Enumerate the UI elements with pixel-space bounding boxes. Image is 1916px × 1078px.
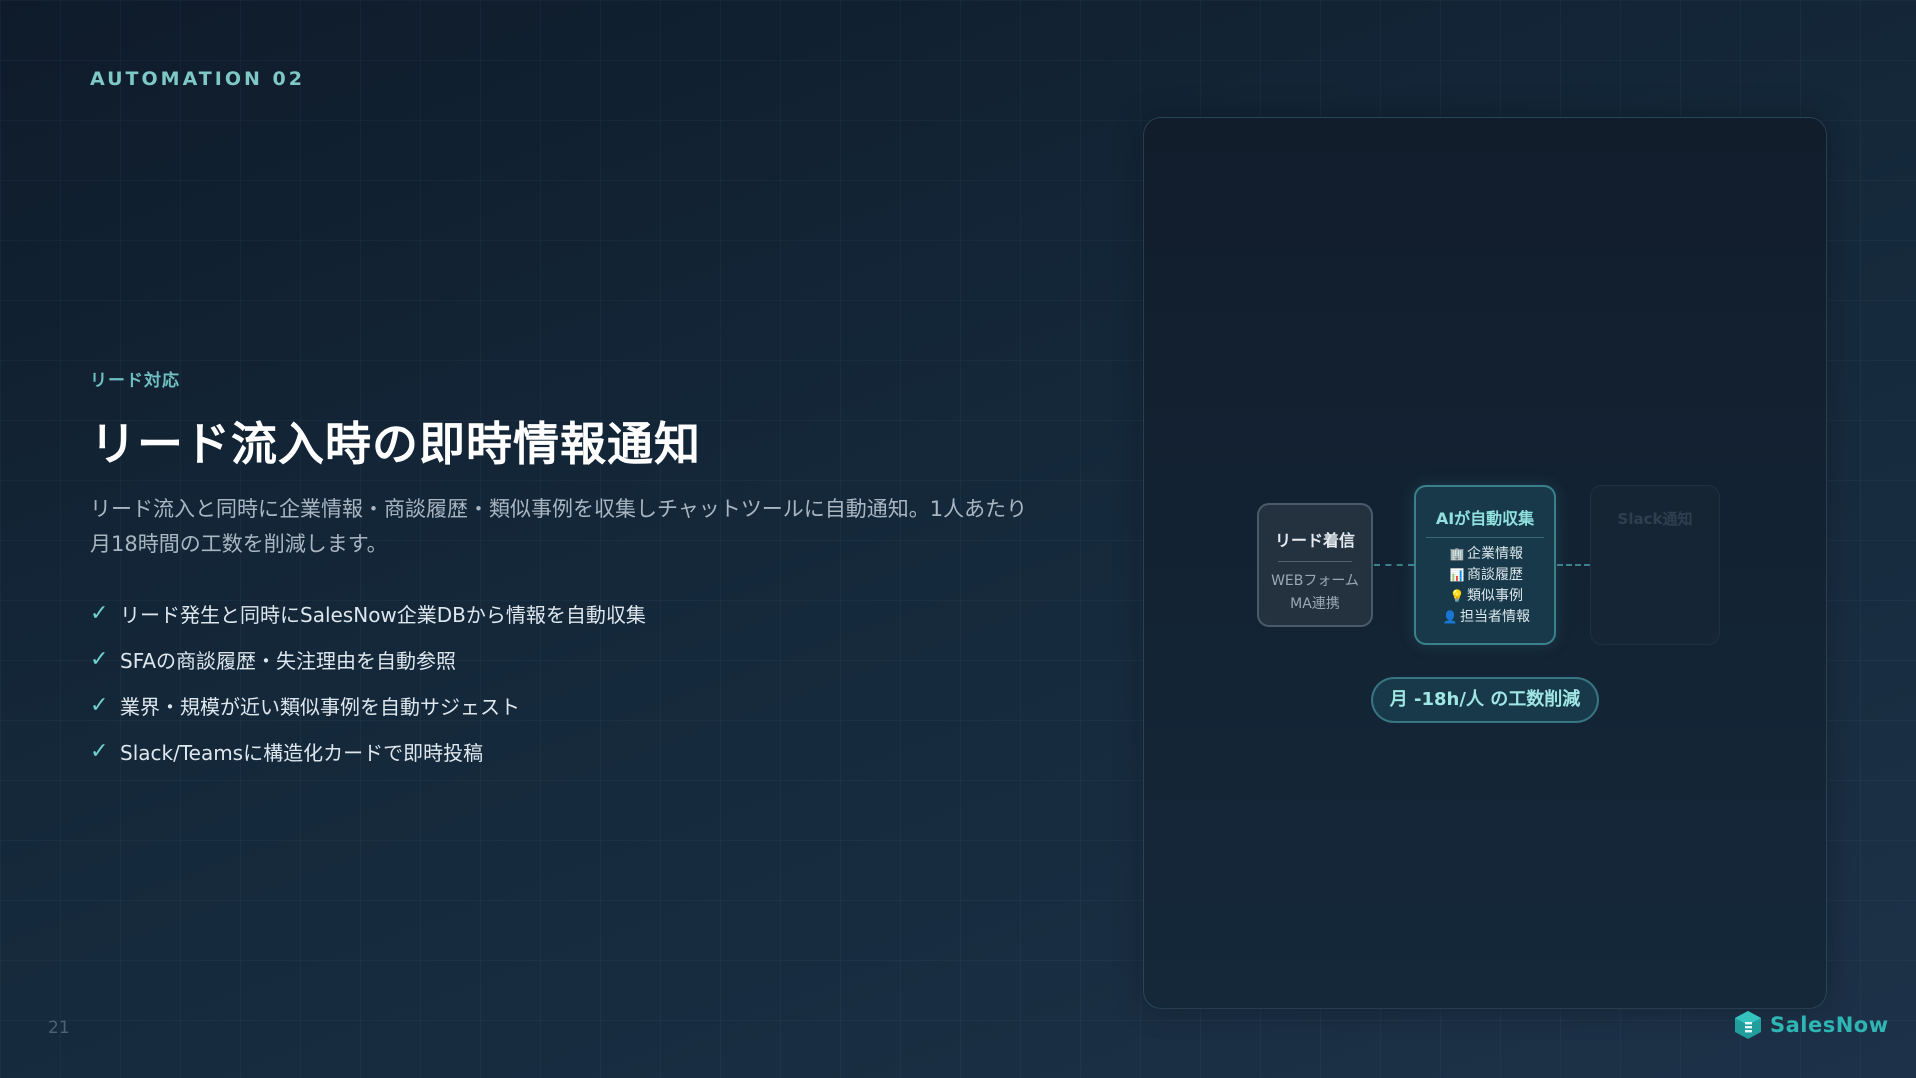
ai-item: 🏢 企業情報 [1416,544,1554,565]
description-line: 月18時間の工数を削減します。 [90,532,388,556]
slack-node-title: Slack通知 [1617,510,1693,528]
dashed-connector [1557,564,1590,566]
feature-text: リード発生と同時にSalesNow企業DBから情報を自動収集 [120,602,646,627]
lead-node: リード着信 WEBフォーム MA連携 [1257,503,1373,627]
dashed-connector [1374,564,1414,566]
check-icon: ✓ [90,600,109,626]
feature-text: Slack/Teamsに構造化カードで即時投稿 [120,740,484,765]
brand-name: SalesNow [1770,1013,1889,1037]
ai-item-label: 担当者情報 [1460,609,1530,625]
ai-item-label: 類似事例 [1467,588,1523,604]
feature-item: ✓ Slack/Teamsに構造化カードで即時投稿 [90,728,646,774]
ai-item: 👤 担当者情報 [1416,607,1554,628]
divider [1278,561,1352,562]
check-icon: ✓ [90,646,109,672]
divider [1426,537,1544,538]
ai-item: 📊 商談履歴 [1416,565,1554,586]
ai-item-label: 商談履歴 [1467,567,1523,583]
ai-item-label: 企業情報 [1467,546,1523,562]
lead-node-title: リード着信 [1274,531,1355,550]
slack-node: Slack通知 [1590,485,1720,645]
check-icon: ✓ [90,738,109,764]
brand-logo: SalesNow [1734,1010,1889,1040]
building-icon: 🏢 [1449,547,1465,561]
lead-node-line: MA連携 [1290,596,1340,612]
category-label: リード対応 [90,371,180,391]
feature-item: ✓ 業界・規模が近い類似事例を自動サジェスト [90,682,646,728]
feature-item: ✓ リード発生と同時にSalesNow企業DBから情報を自動収集 [90,590,646,636]
feature-text: SFAの商談履歴・失注理由を自動参照 [120,648,457,673]
salesnow-logo-icon [1735,1011,1761,1039]
lightbulb-icon: 💡 [1449,589,1465,603]
flow-diagram-panel: リード着信 WEBフォーム MA連携 AIが自動収集 🏢 企業情報 📊 商談履歴 💡… [1143,117,1827,1009]
feature-text: 業界・規模が近い類似事例を自動サジェスト [120,694,520,719]
metric-badge: 月 -18h/人 の工数削減 [1371,677,1599,723]
section-label: AUTOMATION 02 [90,68,305,90]
page-title: リード流入時の即時情報通知 [90,417,701,471]
page-number: 21 [48,1018,70,1038]
lead-node-line: WEBフォーム [1271,573,1359,589]
chart-icon: 📊 [1449,568,1465,582]
description-line: リード流入と同時に企業情報・商談履歴・類似事例を収集しチャットツールに自動通知。… [90,497,1028,521]
person-icon: 👤 [1442,610,1458,624]
ai-node: AIが自動収集 🏢 企業情報 📊 商談履歴 💡 類似事例 👤 担当者情報 [1414,485,1556,645]
ai-item: 💡 類似事例 [1416,586,1554,607]
ai-node-title: AIが自動収集 [1435,509,1535,528]
feature-item: ✓ SFAの商談履歴・失注理由を自動参照 [90,636,646,682]
feature-list: ✓ リード発生と同時にSalesNow企業DBから情報を自動収集 ✓ SFAの商… [90,590,646,774]
check-icon: ✓ [90,692,109,718]
description: リード流入と同時に企業情報・商談履歴・類似事例を収集しチャットツールに自動通知。… [90,492,1050,562]
